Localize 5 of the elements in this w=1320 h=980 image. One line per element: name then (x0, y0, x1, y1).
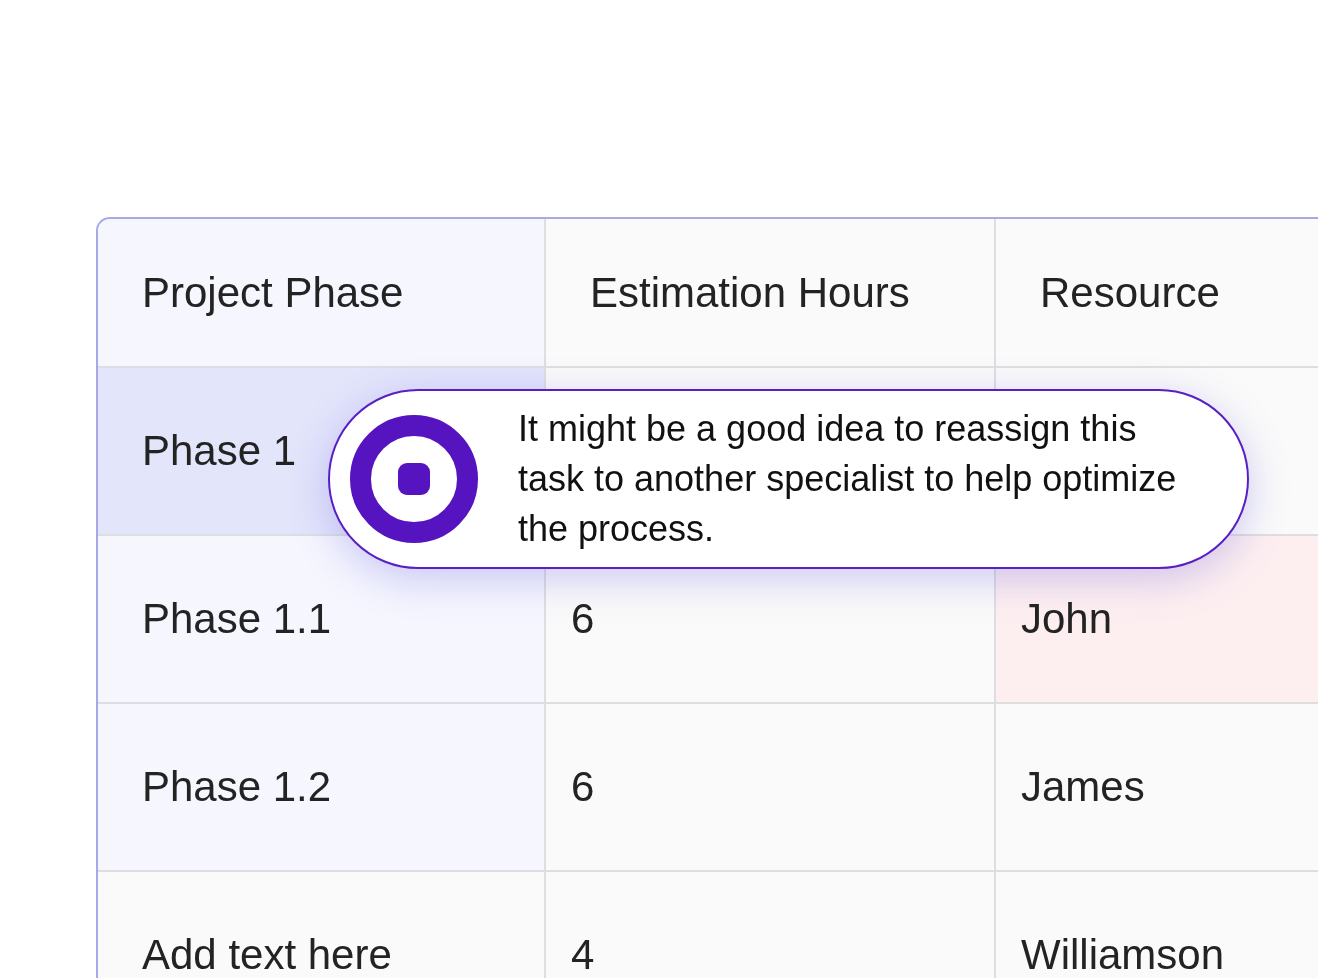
circle-dot-icon (350, 415, 478, 543)
table-cell: Phase 1.2 (98, 704, 546, 872)
column-header: Project Phase (98, 219, 546, 368)
table-cell: 6 (546, 704, 996, 872)
column-header: Estimation Hours (546, 219, 996, 368)
